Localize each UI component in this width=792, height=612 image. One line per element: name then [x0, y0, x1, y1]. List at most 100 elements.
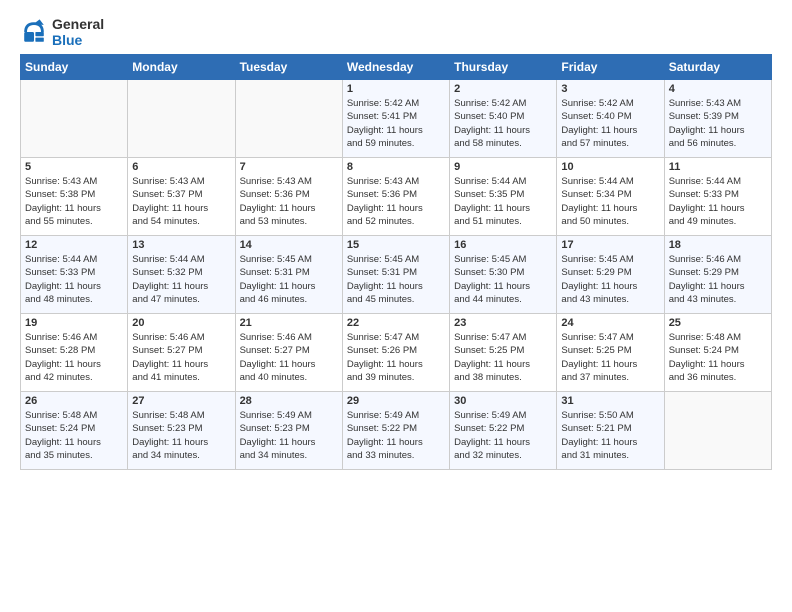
day-number: 28 — [240, 395, 338, 407]
calendar-cell: 9 Sunrise: 5:44 AM Sunset: 5:35 PM Daylig… — [450, 158, 557, 236]
calendar-cell: 10 Sunrise: 5:44 AM Sunset: 5:34 PM Dayli… — [557, 158, 664, 236]
day-number: 6 — [132, 161, 230, 173]
day-number: 12 — [25, 239, 123, 251]
day-info: Sunrise: 5:47 AM Sunset: 5:25 PM Dayligh… — [454, 331, 552, 384]
logo: General Blue — [20, 16, 104, 48]
calendar-cell: 27Sunrise: 5:48 AM Sunset: 5:23 PM Dayli… — [128, 392, 235, 470]
day-info: Sunrise: 5:49 AM Sunset: 5:22 PM Dayligh… — [454, 409, 552, 462]
day-number: 8 — [347, 161, 445, 173]
calendar-cell: 3 Sunrise: 5:42 AM Sunset: 5:40 PM Daylig… — [557, 80, 664, 158]
day-number: 13 — [132, 239, 230, 251]
day-number: 29 — [347, 395, 445, 407]
day-info: Sunrise: 5:43 AM Sunset: 5:38 PM Dayligh… — [25, 175, 123, 228]
day-number: 19 — [25, 317, 123, 329]
day-number: 24 — [561, 317, 659, 329]
day-number: 3 — [561, 83, 659, 95]
calendar-cell: 25 Sunrise: 5:48 AM Sunset: 5:24 PM Dayli… — [664, 314, 771, 392]
day-info: Sunrise: 5:46 AM Sunset: 5:27 PM Dayligh… — [132, 331, 230, 384]
calendar-cell — [21, 80, 128, 158]
day-header-thursday: Thursday — [450, 55, 557, 80]
day-number: 9 — [454, 161, 552, 173]
day-number: 22 — [347, 317, 445, 329]
day-info: Sunrise: 5:45 AM Sunset: 5:31 PM Dayligh… — [240, 253, 338, 306]
day-number: 17 — [561, 239, 659, 251]
day-number: 14 — [240, 239, 338, 251]
day-info: Sunrise: 5:46 AM Sunset: 5:29 PM Dayligh… — [669, 253, 767, 306]
calendar-cell — [128, 80, 235, 158]
day-number: 26 — [25, 395, 123, 407]
calendar-cell: 24 Sunrise: 5:47 AM Sunset: 5:25 PM Dayli… — [557, 314, 664, 392]
day-info: Sunrise: 5:49 AM Sunset: 5:22 PM Dayligh… — [347, 409, 445, 462]
calendar-cell: 19 Sunrise: 5:46 AM Sunset: 5:28 PM Dayli… — [21, 314, 128, 392]
day-header-tuesday: Tuesday — [235, 55, 342, 80]
day-info: Sunrise: 5:46 AM Sunset: 5:28 PM Dayligh… — [25, 331, 123, 384]
day-number: 25 — [669, 317, 767, 329]
day-number: 23 — [454, 317, 552, 329]
day-number: 18 — [669, 239, 767, 251]
day-info: Sunrise: 5:43 AM Sunset: 5:39 PM Dayligh… — [669, 97, 767, 150]
calendar-cell: 14 Sunrise: 5:45 AM Sunset: 5:31 PM Dayli… — [235, 236, 342, 314]
day-number: 4 — [669, 83, 767, 95]
day-info: Sunrise: 5:42 AM Sunset: 5:41 PM Dayligh… — [347, 97, 445, 150]
calendar-cell: 26 Sunrise: 5:48 AM Sunset: 5:24 PM Dayli… — [21, 392, 128, 470]
calendar-cell: 20 Sunrise: 5:46 AM Sunset: 5:27 PM Dayli… — [128, 314, 235, 392]
logo-text: General Blue — [52, 16, 104, 48]
day-number: 27 — [132, 395, 230, 407]
day-header-friday: Friday — [557, 55, 664, 80]
calendar-cell: 5 Sunrise: 5:43 AM Sunset: 5:38 PM Daylig… — [21, 158, 128, 236]
day-info: Sunrise: 5:47 AM Sunset: 5:25 PM Dayligh… — [561, 331, 659, 384]
week-row-5: 26 Sunrise: 5:48 AM Sunset: 5:24 PM Dayli… — [21, 392, 772, 470]
day-number: 7 — [240, 161, 338, 173]
day-number: 1 — [347, 83, 445, 95]
page-container: General Blue SundayMondayTuesdayWednesda… — [0, 0, 792, 480]
day-number: 5 — [25, 161, 123, 173]
day-info: Sunrise: 5:44 AM Sunset: 5:34 PM Dayligh… — [561, 175, 659, 228]
day-number: 16 — [454, 239, 552, 251]
week-row-2: 5 Sunrise: 5:43 AM Sunset: 5:38 PM Daylig… — [21, 158, 772, 236]
day-info: Sunrise: 5:45 AM Sunset: 5:31 PM Dayligh… — [347, 253, 445, 306]
day-info: Sunrise: 5:43 AM Sunset: 5:37 PM Dayligh… — [132, 175, 230, 228]
calendar-cell: 17 Sunrise: 5:45 AM Sunset: 5:29 PM Dayli… — [557, 236, 664, 314]
day-info: Sunrise: 5:42 AM Sunset: 5:40 PM Dayligh… — [561, 97, 659, 150]
calendar-cell: 18 Sunrise: 5:46 AM Sunset: 5:29 PM Dayli… — [664, 236, 771, 314]
day-info: Sunrise: 5:48 AM Sunset: 5:24 PM Dayligh… — [669, 331, 767, 384]
day-number: 21 — [240, 317, 338, 329]
calendar-cell: 28 Sunrise: 5:49 AM Sunset: 5:23 PM Dayli… — [235, 392, 342, 470]
week-row-1: 1 Sunrise: 5:42 AM Sunset: 5:41 PM Daylig… — [21, 80, 772, 158]
calendar-table: SundayMondayTuesdayWednesdayThursdayFrid… — [20, 54, 772, 470]
day-number: 15 — [347, 239, 445, 251]
day-number: 10 — [561, 161, 659, 173]
day-info: Sunrise: 5:48 AM Sunset: 5:24 PM Dayligh… — [25, 409, 123, 462]
calendar-cell: 30 Sunrise: 5:49 AM Sunset: 5:22 PM Dayli… — [450, 392, 557, 470]
day-info: Sunrise: 5:42 AM Sunset: 5:40 PM Dayligh… — [454, 97, 552, 150]
calendar-cell: 16Sunrise: 5:45 AM Sunset: 5:30 PM Dayli… — [450, 236, 557, 314]
day-info: Sunrise: 5:44 AM Sunset: 5:35 PM Dayligh… — [454, 175, 552, 228]
calendar-cell: 2Sunrise: 5:42 AM Sunset: 5:40 PM Daylig… — [450, 80, 557, 158]
day-number: 31 — [561, 395, 659, 407]
day-info: Sunrise: 5:50 AM Sunset: 5:21 PM Dayligh… — [561, 409, 659, 462]
calendar-cell: 15 Sunrise: 5:45 AM Sunset: 5:31 PM Dayli… — [342, 236, 449, 314]
day-info: Sunrise: 5:45 AM Sunset: 5:29 PM Dayligh… — [561, 253, 659, 306]
calendar-cell: 29 Sunrise: 5:49 AM Sunset: 5:22 PM Dayli… — [342, 392, 449, 470]
calendar-cell: 11Sunrise: 5:44 AM Sunset: 5:33 PM Dayli… — [664, 158, 771, 236]
calendar-cell: 6 Sunrise: 5:43 AM Sunset: 5:37 PM Daylig… — [128, 158, 235, 236]
day-number: 11 — [669, 161, 767, 173]
calendar-cell: 8Sunrise: 5:43 AM Sunset: 5:36 PM Daylig… — [342, 158, 449, 236]
day-info: Sunrise: 5:43 AM Sunset: 5:36 PM Dayligh… — [240, 175, 338, 228]
header-row: SundayMondayTuesdayWednesdayThursdayFrid… — [21, 55, 772, 80]
calendar-cell: 1 Sunrise: 5:42 AM Sunset: 5:41 PM Daylig… — [342, 80, 449, 158]
day-header-saturday: Saturday — [664, 55, 771, 80]
calendar-cell: 31 Sunrise: 5:50 AM Sunset: 5:21 PM Dayli… — [557, 392, 664, 470]
week-row-4: 19 Sunrise: 5:46 AM Sunset: 5:28 PM Dayli… — [21, 314, 772, 392]
calendar-cell: 23 Sunrise: 5:47 AM Sunset: 5:25 PM Dayli… — [450, 314, 557, 392]
day-number: 30 — [454, 395, 552, 407]
day-info: Sunrise: 5:49 AM Sunset: 5:23 PM Dayligh… — [240, 409, 338, 462]
day-header-monday: Monday — [128, 55, 235, 80]
day-info: Sunrise: 5:46 AM Sunset: 5:27 PM Dayligh… — [240, 331, 338, 384]
calendar-cell: 7 Sunrise: 5:43 AM Sunset: 5:36 PM Daylig… — [235, 158, 342, 236]
day-header-sunday: Sunday — [21, 55, 128, 80]
day-number: 20 — [132, 317, 230, 329]
header: General Blue — [20, 16, 772, 48]
day-header-wednesday: Wednesday — [342, 55, 449, 80]
calendar-cell — [664, 392, 771, 470]
